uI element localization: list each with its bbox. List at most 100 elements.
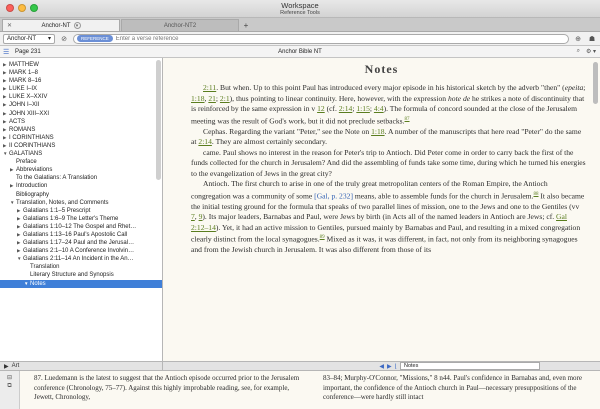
note-paragraph: came. Paul shows no interest in the reas… bbox=[191, 148, 586, 180]
toc-item-label: MATTHEW bbox=[9, 62, 39, 68]
toc-item-label: To the Galatians: A Translation bbox=[16, 175, 98, 182]
toc-item[interactable]: ▶ Abbreviations bbox=[0, 166, 162, 174]
tab-anchor-nt[interactable]: ✕ Anchor-NT ▾ bbox=[2, 19, 120, 31]
toc-item[interactable]: Literary Structure and Synopsis bbox=[0, 271, 162, 279]
link-set-icon[interactable]: ⊘ bbox=[59, 34, 69, 44]
toc-item-label: Translation bbox=[30, 264, 60, 271]
toc-item-label: Galatians 2:11–14 An Incident in the An… bbox=[23, 256, 134, 263]
reference-link[interactable]: 1:15 bbox=[356, 104, 370, 113]
note-paragraph: 2:11. But when. Up to this point Paul ha… bbox=[191, 83, 586, 127]
add-icon[interactable]: ⊕ bbox=[573, 34, 583, 44]
toc-item-label: GALATIANS bbox=[9, 151, 43, 158]
toc-item-label: Galatians 1:17–24 Paul and the Jerusal… bbox=[23, 240, 135, 247]
copy-icon[interactable]: ⧉ bbox=[7, 383, 11, 390]
table-of-contents-icon[interactable]: ☰ bbox=[3, 48, 13, 56]
note-paragraph: Cephas. Regarding the variant "Peter," s… bbox=[191, 127, 586, 148]
toc-item[interactable]: To the Galatians: A Translation bbox=[0, 174, 162, 182]
toc-item[interactable]: ▶ Galatians 2:1–10 A Conference Involvin… bbox=[0, 247, 162, 255]
toc-item[interactable]: Preface bbox=[0, 158, 162, 166]
toc-item[interactable]: ▶ Galatians 1:1–5 Prescript bbox=[0, 207, 162, 215]
sidebar-scrollbar[interactable] bbox=[156, 60, 161, 180]
toc-item[interactable]: ▼ Galatians 2:11–14 An Incident in the An… bbox=[0, 255, 162, 263]
search-icon[interactable]: ⌕ bbox=[577, 48, 580, 55]
toc-item[interactable]: ▼ Notes bbox=[0, 279, 162, 288]
toc-item[interactable]: ▶ MATTHEW bbox=[0, 61, 162, 69]
toc-item-label: Preface bbox=[16, 159, 37, 166]
toc-item[interactable]: ▶ Galatians 1:13–16 Paul's Apostolic Call bbox=[0, 231, 162, 239]
toc-item-label: Galatians 1:10–12 The Gospel and Rhet… bbox=[23, 223, 137, 230]
toc-item[interactable]: ▶ LUKE X–XXIV bbox=[0, 93, 162, 101]
location-field[interactable]: Notes bbox=[400, 362, 540, 370]
toc-item-label: MARK 8–16 bbox=[9, 78, 42, 85]
reference-link[interactable]: 87 bbox=[405, 117, 410, 122]
close-tab-icon[interactable]: ✕ bbox=[7, 22, 12, 29]
toc-item[interactable]: ▶ Galatians 1:10–12 The Gospel and Rhet… bbox=[0, 223, 162, 231]
reference-link[interactable]: 2:14 bbox=[339, 104, 353, 113]
toc-item-label: Galatians 1:6–9 The Letter's Theme bbox=[23, 215, 119, 222]
toc-item[interactable]: ▼ GALATIANS bbox=[0, 150, 162, 158]
resource-selector[interactable]: Anchor-NT ▾ bbox=[3, 33, 55, 44]
verse-reference-field[interactable]: REFERENCE bbox=[73, 33, 569, 44]
reference-type-pill[interactable]: REFERENCE bbox=[77, 35, 113, 42]
footnote-pane-tools: ⊟ ⧉ bbox=[0, 371, 20, 409]
toc-item[interactable]: ▶ ROMANS bbox=[0, 126, 162, 134]
reference-link[interactable]: 21 bbox=[208, 94, 216, 103]
toc-item[interactable]: ▶ LUKE I–IX bbox=[0, 85, 162, 93]
tab-menu-icon[interactable]: ▾ bbox=[73, 22, 81, 29]
book-title: Anchor Bible NT bbox=[278, 48, 322, 55]
toc-item[interactable]: ▶ ACTS bbox=[0, 118, 162, 126]
toc-item-label: Notes bbox=[30, 280, 46, 287]
toc-item[interactable]: ▶ MARK 8–16 bbox=[0, 77, 162, 85]
text-run: hote de bbox=[447, 93, 471, 103]
toc-item-label: Abbreviations bbox=[16, 167, 53, 174]
footnote-column-1: 87. Luedemann is the latest to suggest t… bbox=[34, 374, 300, 401]
toc-item[interactable]: ▶ MARK 1–8 bbox=[0, 69, 162, 77]
reference-link[interactable]: 1:18 bbox=[191, 94, 205, 103]
reference-link[interactable]: 12 bbox=[317, 104, 325, 113]
reference-link[interactable]: 1:18 bbox=[371, 127, 385, 136]
reference-link[interactable]: 2:11 bbox=[203, 83, 216, 92]
tab-label: Anchor-NT2 bbox=[163, 22, 197, 29]
text-run: Cephas. Regarding the variant "Peter," s… bbox=[203, 126, 372, 136]
art-panel-toggle[interactable]: ▶ Art bbox=[0, 362, 163, 370]
disclosure-icon: ▶ bbox=[4, 363, 9, 370]
pin-icon[interactable]: ⊟ bbox=[7, 374, 12, 381]
tab-anchor-nt2[interactable]: Anchor-NT2 bbox=[121, 19, 239, 31]
art-label: Art bbox=[11, 363, 20, 369]
toc-item-label: Bibliography bbox=[16, 191, 50, 198]
reference-link[interactable]: 2:1 bbox=[220, 94, 230, 103]
reference-link[interactable]: 4:4 bbox=[374, 104, 384, 113]
gear-icon[interactable]: ⚙ ▾ bbox=[586, 48, 596, 55]
toc-item[interactable]: ▶ Galatians 1:17–24 Paul and the Jerusal… bbox=[0, 239, 162, 247]
reference-link[interactable]: 2:14 bbox=[198, 137, 212, 146]
toc-item[interactable]: ▶ Introduction bbox=[0, 182, 162, 190]
toc-item[interactable]: ▶ Galatians 1:6–9 The Letter's Theme bbox=[0, 215, 162, 223]
toc-item-label: JOHN I–XII bbox=[9, 102, 40, 109]
reading-scrollbar[interactable] bbox=[593, 62, 598, 104]
people-icon[interactable]: ☗ bbox=[587, 34, 597, 44]
page-reference-link[interactable]: [Gal, p. 232] bbox=[314, 191, 353, 200]
tab-label: Anchor-NT bbox=[41, 22, 71, 29]
bookmark-icon[interactable]: ⌊ bbox=[395, 363, 397, 370]
toc-item[interactable]: ▶ JOHN I–XII bbox=[0, 101, 162, 109]
toc-item-label: II CORINTHIANS bbox=[9, 142, 56, 149]
verse-reference-input[interactable] bbox=[115, 35, 565, 42]
window-subtitle: Reference Tools bbox=[280, 10, 320, 16]
new-tab-button[interactable]: + bbox=[240, 19, 252, 31]
infobar-actions: ⌕ ⚙ ▾ bbox=[577, 48, 596, 55]
toc-item[interactable]: Bibliography bbox=[0, 191, 162, 199]
toc-item-label: Galatians 1:1–5 Prescript bbox=[23, 207, 91, 214]
location-navigator: ◀ ▶ ⌊ Notes bbox=[163, 362, 600, 370]
toc-item[interactable]: Translation bbox=[0, 263, 162, 271]
resource-selector-label: Anchor-NT bbox=[7, 35, 37, 42]
toc-item[interactable]: ▶ I CORINTHIANS bbox=[0, 134, 162, 142]
toc-item[interactable]: ▶ JOHN XIII–XXI bbox=[0, 110, 162, 118]
toc-item[interactable]: ▼ Translation, Notes, and Comments bbox=[0, 199, 162, 207]
forward-arrow-icon[interactable]: ▶ bbox=[387, 363, 392, 370]
toc-list: ▶ MATTHEW ▶ MARK 1–8 ▶ MARK 8–16 ▶ LUKE I–IX ▶ LU… bbox=[0, 58, 162, 288]
toc-item-label: I CORINTHIANS bbox=[9, 134, 54, 141]
resource-infobar: ☰ Page 231 Anchor Bible NT ⌕ ⚙ ▾ bbox=[0, 46, 600, 58]
toc-item-label: Galatians 2:1–10 A Conference Involvin… bbox=[23, 248, 135, 255]
back-arrow-icon[interactable]: ◀ bbox=[379, 363, 384, 370]
toc-item[interactable]: ▶ II CORINTHIANS bbox=[0, 142, 162, 150]
